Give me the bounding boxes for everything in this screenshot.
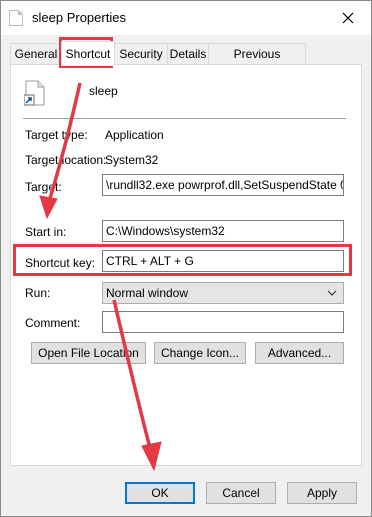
chevron-down-icon [327, 290, 337, 296]
open-file-location-button[interactable]: Open File Location [31, 342, 146, 364]
ok-button[interactable]: OK [125, 482, 195, 504]
run-select-value: Normal window [106, 286, 189, 300]
window-title: sleep Properties [32, 10, 126, 25]
target-type-value: Application [105, 128, 164, 142]
tab-previous-versions[interactable]: Previous Versions [208, 43, 306, 81]
start-in-label: Start in: [25, 225, 67, 239]
target-field[interactable]: \rundll32.exe powrprof.dll,SetSuspendSta… [102, 174, 344, 196]
divider-top [23, 118, 346, 119]
close-icon [342, 12, 354, 24]
advanced-button[interactable]: Advanced... [255, 342, 344, 364]
target-location-label: Target location: [25, 153, 107, 167]
close-button[interactable] [325, 1, 371, 35]
tab-general[interactable]: General [10, 43, 62, 64]
shortcut-key-label: Shortcut key: [25, 256, 96, 270]
title-bar: sleep Properties [1, 1, 371, 35]
apply-button[interactable]: Apply [287, 482, 357, 504]
run-label: Run: [25, 286, 51, 300]
change-icon-button[interactable]: Change Icon... [154, 342, 246, 364]
cancel-button[interactable]: Cancel [206, 482, 276, 504]
comment-label: Comment: [25, 316, 81, 330]
shortcut-key-field[interactable]: CTRL + ALT + G [102, 250, 344, 272]
tab-security[interactable]: Security [114, 43, 168, 64]
target-type-label: Target type: [25, 128, 88, 142]
target-label: Target: [25, 180, 62, 194]
properties-window: sleep Properties General Shortcut Securi… [0, 0, 372, 517]
tab-shortcut[interactable]: Shortcut [61, 41, 115, 66]
target-location-value: System32 [105, 153, 159, 167]
file-icon [9, 10, 23, 26]
shortcut-name: sleep [89, 84, 118, 98]
tab-details[interactable]: Details [167, 43, 209, 64]
shortcut-file-icon [23, 80, 46, 106]
run-select[interactable]: Normal window [102, 282, 344, 304]
start-in-field[interactable]: C:\Windows\system32 [102, 220, 344, 242]
comment-field[interactable] [102, 311, 344, 333]
